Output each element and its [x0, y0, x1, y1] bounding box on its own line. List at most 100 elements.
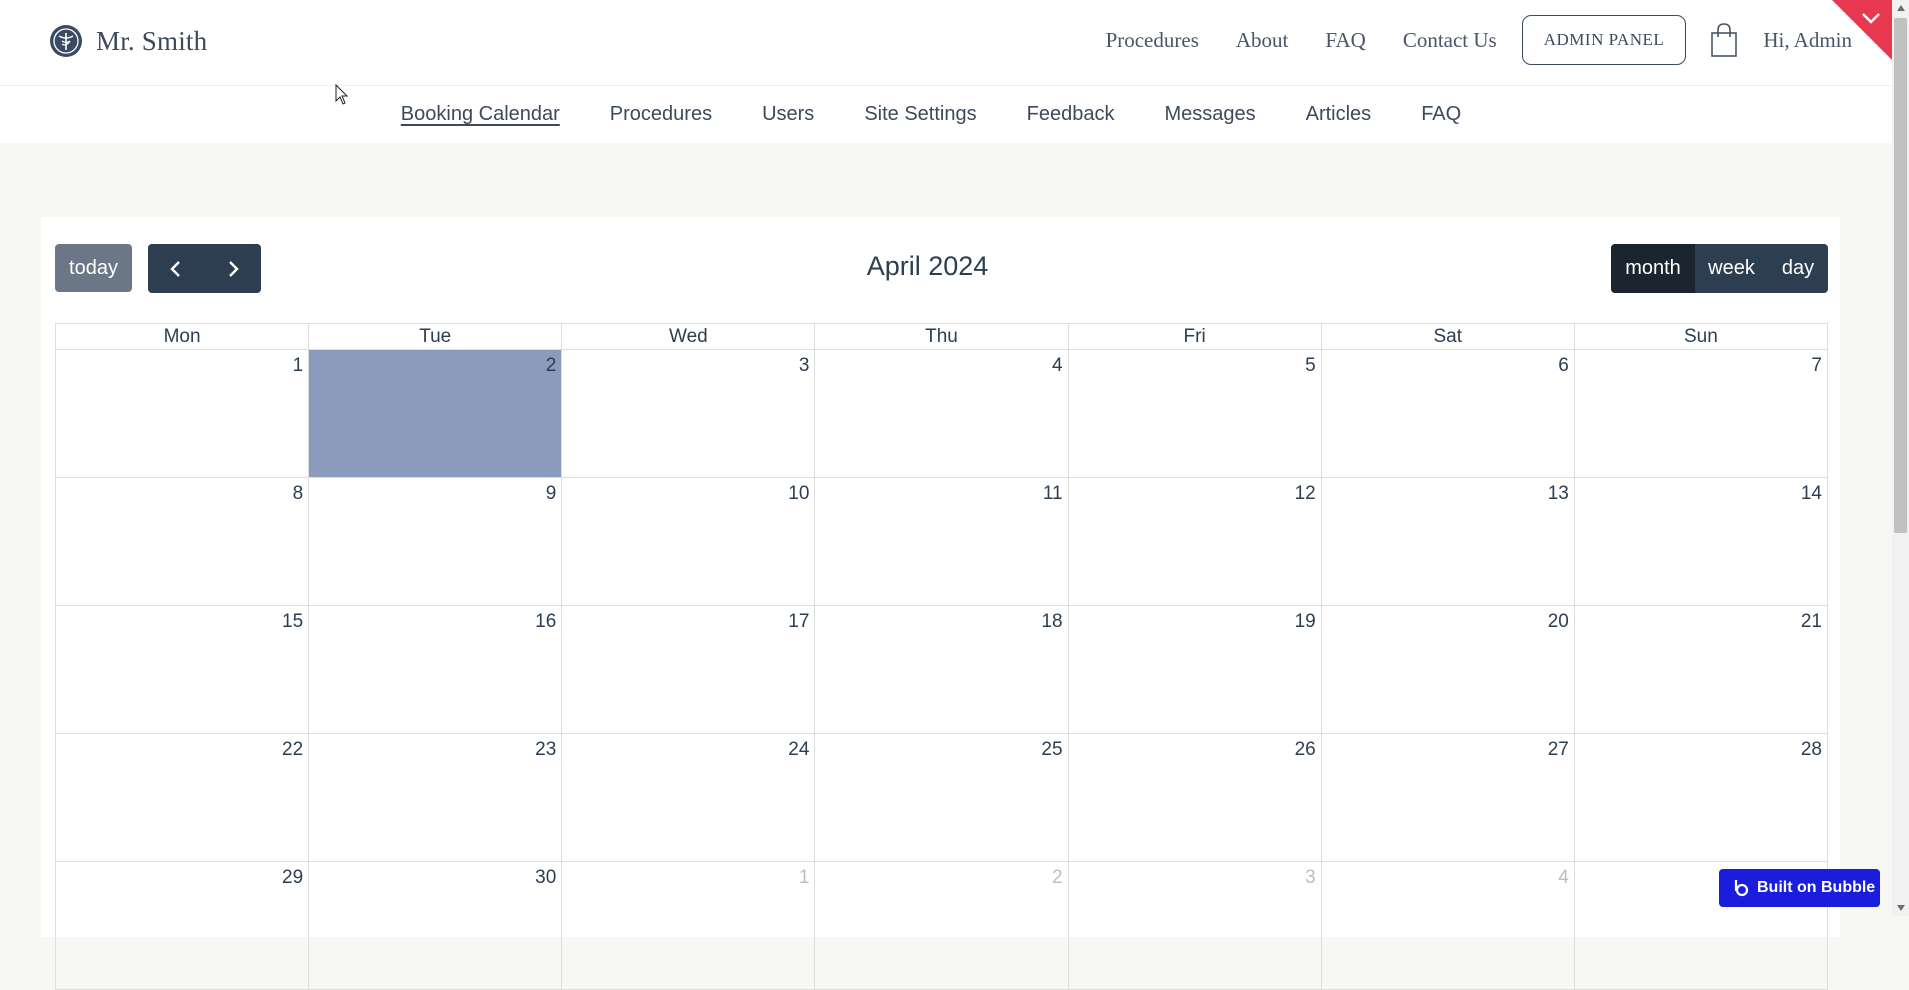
brand-name: Mr. Smith: [96, 25, 208, 56]
day-cell[interactable]: 3: [562, 350, 816, 478]
scroll-up-arrow-icon[interactable]: [1897, 5, 1905, 11]
day-cell[interactable]: 23: [309, 734, 563, 862]
day-number: 7: [1811, 355, 1822, 376]
day-cell[interactable]: 4: [815, 350, 1069, 478]
day-number: 8: [292, 483, 304, 504]
day-number: 17: [788, 611, 810, 632]
day-cell[interactable]: 14: [1574, 478, 1828, 606]
day-cell[interactable]: 18: [815, 606, 1069, 734]
built-on-bubble-badge[interactable]: Built on Bubble: [1719, 869, 1880, 907]
month-grid: Mon Tue Wed Thu Fri Sat Sun 1 2 3 4 5 6 …: [55, 323, 1828, 990]
day-cell-selected[interactable]: 2: [309, 350, 563, 478]
day-cell[interactable]: 24: [562, 734, 816, 862]
day-cell-other-month[interactable]: 4: [1321, 862, 1575, 990]
view-day-button[interactable]: day: [1768, 244, 1828, 293]
day-number: 12: [1294, 483, 1316, 504]
nav-contact-us[interactable]: Contact Us: [1403, 28, 1497, 53]
day-cell[interactable]: 12: [1068, 478, 1322, 606]
subnav-booking-calendar[interactable]: Booking Calendar: [401, 103, 560, 126]
day-number: 28: [1800, 739, 1822, 760]
day-cell[interactable]: 21: [1574, 606, 1828, 734]
subnav-feedback[interactable]: Feedback: [1027, 103, 1115, 126]
day-number: 22: [282, 739, 304, 760]
day-cell[interactable]: 22: [56, 734, 310, 862]
day-cell[interactable]: 5: [1068, 350, 1322, 478]
weekday-label: Sun: [1574, 324, 1828, 350]
view-month-button[interactable]: month: [1611, 244, 1695, 293]
day-cell[interactable]: 8: [56, 478, 310, 606]
day-cell[interactable]: 28: [1574, 734, 1828, 862]
view-switcher: month week day: [1611, 244, 1828, 293]
subnav-articles[interactable]: Articles: [1306, 103, 1372, 126]
day-cell[interactable]: 26: [1068, 734, 1322, 862]
day-number: 27: [1547, 739, 1569, 760]
day-number: 11: [1042, 483, 1063, 504]
view-week-button[interactable]: week: [1695, 244, 1768, 293]
subnav-messages[interactable]: Messages: [1164, 103, 1255, 126]
day-cell[interactable]: 6: [1321, 350, 1575, 478]
shopping-bag-icon[interactable]: [1710, 22, 1738, 58]
nav-procedures[interactable]: Procedures: [1106, 28, 1199, 53]
day-number: 21: [1800, 611, 1822, 632]
day-number: 30: [535, 867, 557, 888]
day-cell[interactable]: 20: [1321, 606, 1575, 734]
admin-panel-button[interactable]: ADMIN PANEL: [1521, 15, 1687, 65]
day-cell[interactable]: 30: [309, 862, 563, 990]
nav-about[interactable]: About: [1236, 28, 1289, 53]
day-cell[interactable]: 11: [815, 478, 1069, 606]
day-number: 23: [535, 739, 557, 760]
week-row: 29 30 1 2 3 4 5: [56, 862, 1828, 990]
week-row: 22 23 24 25 26 27 28: [56, 734, 1828, 862]
day-cell[interactable]: 25: [815, 734, 1069, 862]
subnav-faq[interactable]: FAQ: [1421, 103, 1461, 126]
day-cell[interactable]: 19: [1068, 606, 1322, 734]
day-cell[interactable]: 15: [56, 606, 310, 734]
week-row: 15 16 17 18 19 20 21: [56, 606, 1828, 734]
caduceus-icon: [50, 25, 82, 57]
day-number: 13: [1547, 483, 1569, 504]
day-number: 26: [1294, 739, 1316, 760]
day-number: 14: [1800, 483, 1822, 504]
subnav-users[interactable]: Users: [762, 103, 814, 126]
top-nav: Procedures About FAQ Contact Us ADMIN PA…: [1106, 14, 1852, 66]
nav-faq[interactable]: FAQ: [1325, 28, 1365, 53]
scroll-thumb[interactable]: [1894, 18, 1907, 533]
bubble-logo-icon: [1734, 880, 1749, 897]
badge-label: Built on Bubble: [1757, 879, 1876, 896]
day-cell[interactable]: 7: [1574, 350, 1828, 478]
day-cell[interactable]: 29: [56, 862, 310, 990]
chevron-down-icon[interactable]: [1832, 0, 1892, 60]
scroll-down-arrow-icon[interactable]: [1897, 905, 1905, 911]
page-scrollbar[interactable]: [1892, 0, 1909, 916]
day-cell[interactable]: 16: [309, 606, 563, 734]
day-cell[interactable]: 9: [309, 478, 563, 606]
weekday-label: Tue: [309, 324, 563, 350]
day-number: 20: [1547, 611, 1569, 632]
day-number: 2: [545, 355, 557, 376]
day-cell-other-month[interactable]: 1: [562, 862, 816, 990]
admin-subnav: Booking Calendar Procedures Users Site S…: [0, 86, 1892, 143]
day-cell-other-month[interactable]: 3: [1068, 862, 1322, 990]
week-row: 1 2 3 4 5 6 7: [56, 350, 1828, 478]
subnav-site-settings[interactable]: Site Settings: [864, 103, 976, 126]
brand-logo[interactable]: Mr. Smith: [50, 21, 207, 61]
week-row: 8 9 10 11 12 13 14: [56, 478, 1828, 606]
calendar-title: April 2024: [866, 251, 989, 281]
day-cell[interactable]: 17: [562, 606, 816, 734]
weekday-label: Thu: [815, 324, 1069, 350]
calendar-card: today April 2024 month week day Mon Tue …: [41, 217, 1840, 990]
day-cell[interactable]: 13: [1321, 478, 1575, 606]
day-cell-other-month[interactable]: 2: [815, 862, 1069, 990]
day-number: 25: [1041, 739, 1063, 760]
calendar-toolbar: today April 2024 month week day: [41, 217, 1840, 327]
day-cell[interactable]: 27: [1321, 734, 1575, 862]
day-number: 5: [1305, 355, 1316, 376]
day-number: 6: [1558, 355, 1569, 376]
weekday-label: Wed: [562, 324, 816, 350]
mouse-cursor-icon: [335, 84, 349, 105]
day-cell[interactable]: 10: [562, 478, 816, 606]
day-number: 4: [1051, 355, 1063, 376]
subnav-procedures[interactable]: Procedures: [610, 103, 712, 126]
day-number: 2: [1051, 867, 1063, 888]
day-cell[interactable]: 1: [56, 350, 310, 478]
